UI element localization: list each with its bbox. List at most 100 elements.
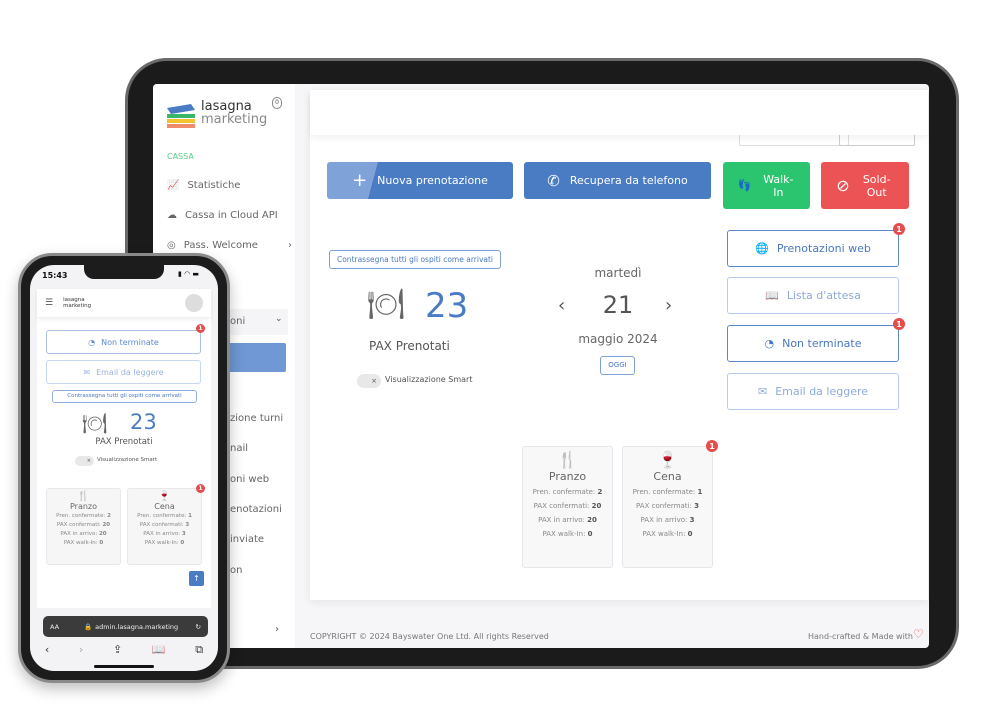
chevron-down-icon: ⌄ [275,314,283,324]
signal-wifi-battery-icon: ▮ ◠ ▬ [178,270,200,278]
prev-day-icon[interactable]: ‹ [558,295,565,316]
sidebar-item[interactable]: oni web [230,474,269,485]
label: Cassa in Cloud API [185,210,278,221]
chevron-right-icon: › [287,240,292,251]
mark-all-arrived-button[interactable]: Contrassegna tutti gli ospiti come arriv… [329,250,501,269]
meal-row: PAX confermati: 20 [533,502,602,510]
label: Contrassegna tutti gli ospiti come arriv… [336,255,494,264]
badge: 1 [196,484,205,493]
badge: 1 [893,223,905,235]
sidebar-item[interactable]: oni [230,316,245,327]
phone-screen: 15:43 ▮ ◠ ▬ ☰ lasagna marketing ◔ Non term… [30,265,218,671]
ban-icon: ⊘ [836,176,850,195]
meal-row: Pren. confermate: 1 [632,488,703,496]
pax-count: 23 [130,410,157,434]
phone-icon: ✆ [547,171,560,190]
reload-icon[interactable]: ↻ [196,623,201,631]
sidebar-item[interactable]: enotazioni [230,504,282,515]
sidebar-item[interactable]: nail [230,443,248,454]
badge: 1 [706,440,718,452]
smart-view-toggle[interactable]: × [75,456,94,466]
label: Email da leggere [775,385,869,398]
waiting-list-button[interactable]: 📖 Lista d'attesa [727,277,899,314]
walk-in-button[interactable]: 👣 Walk-In [723,162,810,209]
timer-icon: ◔ [764,337,775,350]
notification-count-icon[interactable]: 0 [272,97,282,109]
text-size-button[interactable]: AA [50,623,59,631]
top-header [310,90,928,135]
phone-frame: 15:43 ▮ ◠ ▬ ☰ lasagna marketing ◔ Non term… [18,253,230,683]
meal-row: PAX confermati: 3 [636,502,699,510]
meal-row: PAX confermati: 3 [139,522,190,528]
next-day-icon[interactable]: › [665,295,672,316]
smart-view-toggle[interactable]: × [357,374,381,388]
sidebar-active-item[interactable] [223,343,286,372]
weekday: martedì [594,266,642,280]
smart-view-label: Visualizzazione Smart [97,457,158,463]
meal-row: PAX walk-In: 0 [642,530,693,538]
meal-row: PAX walk-In: 0 [144,540,185,546]
meal-card-cena[interactable]: 🍷 Cena Pren. confermate: 1 PAX confermat… [127,488,202,565]
meal-name: Cena [154,502,175,511]
chevron-right-icon[interactable]: › [275,624,279,635]
pax-count: 23 [425,286,469,326]
lasagna-logo-icon [167,104,195,128]
label: Non terminate [782,337,862,350]
avatar[interactable] [185,294,203,312]
pax-label: PAX Prenotati [95,437,153,447]
tabs-icon[interactable]: ⧉ [195,643,203,657]
web-bookings-button[interactable]: 🌐 Prenotazioni web [727,230,899,267]
tablet-screen: lasagna marketing 0 CASSA 📈 Statistiche ☁ C… [153,84,929,648]
logo: lasagna marketing [63,297,92,309]
bookmarks-icon[interactable]: 📖 [152,643,166,657]
back-icon[interactable]: ‹ [45,643,49,657]
unfinished-button[interactable]: ◔ Non terminate [46,330,201,354]
recover-phone-button[interactable]: ✆ Recupera da telefono [524,162,711,199]
sidebar-item[interactable]: inviate [230,534,264,545]
phone-header: ☰ lasagna marketing [37,289,211,317]
label: Lista d'attesa [786,289,861,302]
meal-row: PAX in arrivo: 3 [640,516,695,524]
forward-icon[interactable]: › [79,643,83,657]
meal-row: PAX walk-In: 0 [63,540,104,546]
sold-out-button[interactable]: ⊘ Sold-Out [821,162,909,209]
browser-toolbar: ‹ › ⇪ 📖 ⧉ [30,643,218,657]
cloud-icon: ☁ [167,210,177,221]
home-indicator [94,665,154,668]
fork-knife-icon: 🍴 [77,491,90,502]
sidebar-item-cassa[interactable]: ☁ Cassa in Cloud API [167,210,278,221]
meal-card-pranzo[interactable]: 🍴 Pranzo Pren. confermate: 2 PAX conferm… [522,446,613,568]
meal-name: Cena [653,470,682,483]
new-booking-button[interactable]: + Nuova prenotazione [327,162,513,199]
heart-icon: ♡ [913,627,924,641]
sidebar-item-statistiche[interactable]: 📈 Statistiche [167,180,240,191]
meal-card-pranzo[interactable]: 🍴 Pranzo Pren. confermate: 2 PAX conferm… [46,488,121,565]
unread-email-button[interactable]: ✉ Email da leggere [727,373,899,410]
today-button[interactable]: OGGI [600,356,635,375]
scroll-top-button[interactable]: ↑ [189,571,204,586]
copyright: COPYRIGHT © 2024 Bayswater One Ltd. All … [310,632,549,641]
sidebar-item-pass-welcome[interactable]: ◎ Pass. Welcome › [167,240,292,251]
sidebar-item[interactable]: on [230,565,242,576]
meal-card-cena[interactable]: 🍷 Cena Pren. confermate: 1 PAX confermat… [622,446,713,568]
status-time: 15:43 [42,271,68,280]
sidebar-item[interactable]: zione turni [230,413,283,424]
mark-all-arrived-button[interactable]: Contrassegna tutti gli ospiti come arriv… [52,390,197,403]
lock-icon: 🔒 [84,622,93,631]
hamburger-menu-icon[interactable]: ☰ [45,298,53,308]
url-text: admin.lasagna.marketing [95,622,179,631]
meal-row: PAX in arrivo: 20 [60,531,107,537]
wine-glass-icon: 🍷 [657,450,678,469]
fork-knife-icon: 🍴 [557,450,578,469]
logo: lasagna marketing [165,96,267,130]
unfinished-button[interactable]: ◔ Non terminate [727,325,899,362]
badge: 1 [196,324,205,333]
logo-line2: marketing [201,112,268,127]
plate-cutlery-icon: 🍽 [82,411,108,435]
label: Sold-Out [862,172,891,199]
url-bar[interactable]: AA 🔒 admin.lasagna.marketing ↻ [43,616,208,637]
meal-row: Pren. confermate: 1 [137,513,192,519]
share-icon[interactable]: ⇪ [113,643,122,657]
meal-name: Pranzo [69,502,98,511]
unread-email-button[interactable]: ✉ Email da leggere [46,360,201,384]
